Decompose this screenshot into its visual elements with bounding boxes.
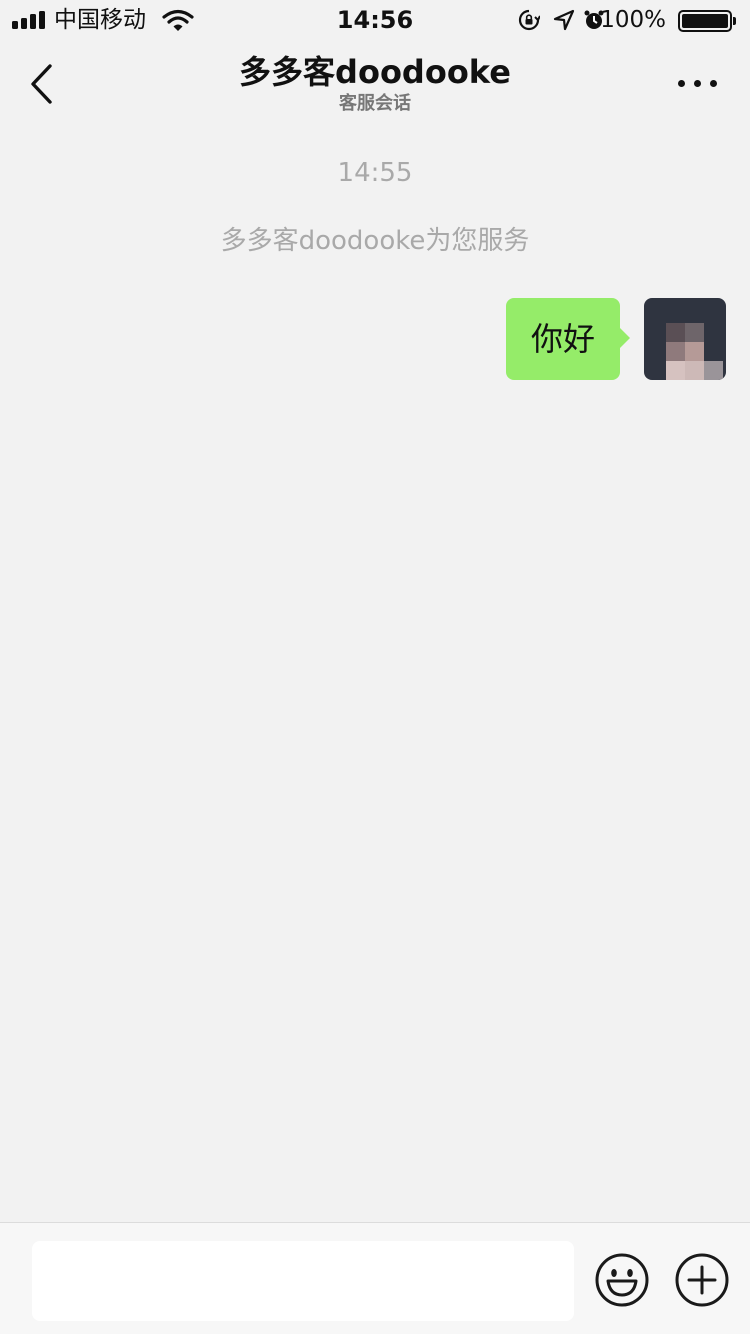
chat-area[interactable]: 14:55 多多客doodooke为您服务 你好: [0, 128, 750, 1222]
message-row: 你好: [466, 298, 726, 380]
battery-icon: [678, 10, 736, 32]
outgoing-message-bubble[interactable]: 你好: [505, 298, 631, 380]
emoji-button[interactable]: [594, 1252, 650, 1308]
battery-level: [682, 14, 728, 28]
battery-percent: 100%: [600, 7, 666, 33]
orientation-lock-icon: [518, 9, 541, 35]
more-dots-icon: [678, 80, 685, 87]
emoji-icon: [595, 1253, 649, 1307]
add-button[interactable]: [674, 1252, 730, 1308]
avatar[interactable]: [644, 298, 726, 380]
status-right: 100%: [513, 6, 738, 34]
input-bar: [0, 1222, 750, 1334]
page-subtitle: 客服会话: [339, 93, 411, 114]
location-icon: [553, 9, 575, 35]
more-dot: [710, 80, 717, 87]
nav-bar: 多多客doodooke 客服会话: [0, 40, 750, 128]
message-timestamp: 14:55: [337, 158, 413, 188]
more-dot: [694, 80, 701, 87]
more-button[interactable]: [676, 70, 720, 98]
system-message: 多多客doodooke为您服务: [220, 226, 530, 256]
message-input[interactable]: [32, 1241, 574, 1321]
page-title: 多多客doodooke: [239, 53, 511, 91]
status-bar: 中国移动 14:56 100%: [0, 0, 750, 40]
add-icon: [675, 1253, 729, 1307]
